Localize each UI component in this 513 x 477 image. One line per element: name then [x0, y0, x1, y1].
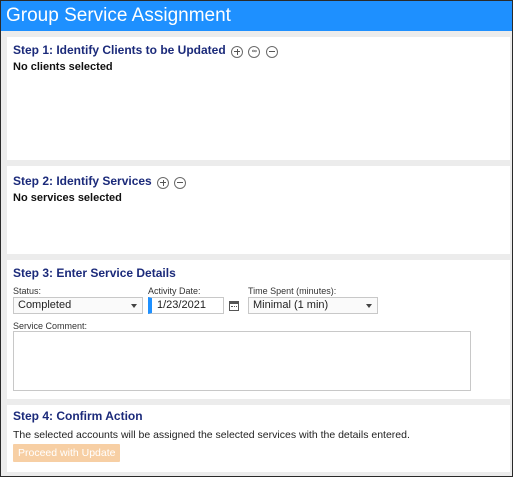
step2-title: Step 2: Identify Services	[13, 174, 152, 188]
step1-section: Step 1: Identify Clients to be Updated ∞…	[7, 37, 510, 160]
add-clients-icon[interactable]	[231, 45, 244, 58]
status-select-value: Completed	[18, 299, 72, 311]
window-title: Group Service Assignment	[1, 1, 512, 31]
step1-title: Step 1: Identify Clients to be Updated	[13, 43, 226, 57]
link-icon[interactable]: ∞	[248, 45, 261, 58]
step2-section: Step 2: Identify Services No services se…	[7, 166, 510, 254]
remove-services-icon[interactable]	[174, 176, 187, 189]
group-service-assignment-window: Group Service Assignment Step 1: Identif…	[0, 0, 513, 477]
step3-section: Step 3: Enter Service Details Status: Co…	[7, 260, 510, 399]
proceed-with-update-button[interactable]: Proceed with Update	[13, 444, 121, 462]
service-comment-textarea[interactable]	[13, 331, 471, 391]
service-comment-label: Service Comment:	[13, 321, 88, 331]
status-select[interactable]: Completed	[13, 297, 143, 314]
time-spent-select[interactable]: Minimal (1 min)	[248, 297, 378, 314]
step1-status: No clients selected	[13, 61, 113, 73]
calendar-icon[interactable]	[229, 301, 239, 311]
remove-clients-icon[interactable]	[265, 45, 278, 58]
chevron-down-icon	[131, 304, 137, 308]
activity-date-input[interactable]: 1/23/2021	[148, 297, 224, 314]
step2-heading: Step 2: Identify Services	[13, 174, 188, 189]
step4-title: Step 4: Confirm Action	[13, 409, 143, 423]
step3-title: Step 3: Enter Service Details	[13, 266, 176, 280]
step1-heading: Step 1: Identify Clients to be Updated ∞	[13, 43, 280, 58]
activity-date-label: Activity Date:	[148, 286, 201, 296]
time-spent-select-value: Minimal (1 min)	[253, 299, 329, 311]
add-services-icon[interactable]	[157, 176, 170, 189]
step2-status: No services selected	[13, 192, 122, 204]
step4-description: The selected accounts will be assigned t…	[13, 429, 410, 441]
chevron-down-icon	[366, 304, 372, 308]
status-label: Status:	[13, 286, 42, 296]
step4-section: Step 4: Confirm Action The selected acco…	[7, 405, 510, 472]
time-spent-label: Time Spent (minutes):	[248, 286, 337, 296]
